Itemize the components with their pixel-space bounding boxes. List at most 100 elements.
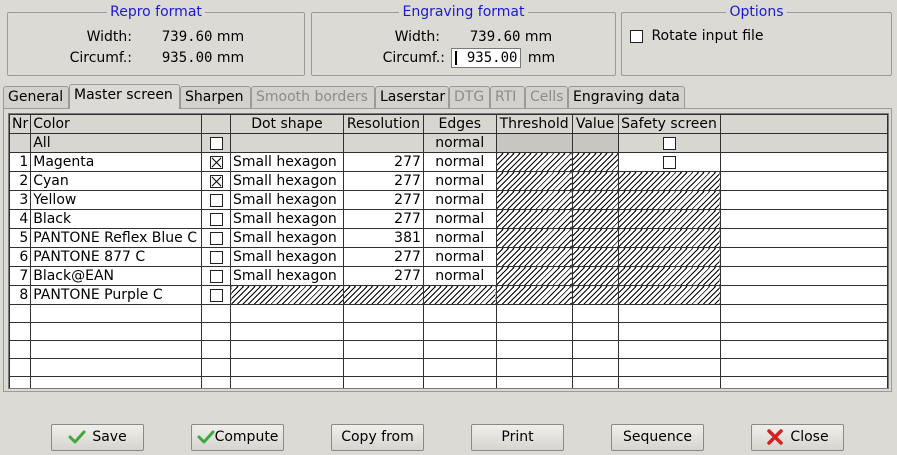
table-row[interactable]: 6 PANTONE 877 C Small hexagon 277 normal [9, 247, 888, 267]
cell-check [201, 209, 232, 229]
cell-dot-shape[interactable]: Small hexagon [230, 247, 344, 267]
cell-color: PANTONE Purple C [30, 285, 203, 305]
cell-value [571, 171, 619, 191]
table-row-all[interactable]: All normal [9, 133, 888, 153]
cell-edges[interactable]: normal [422, 171, 497, 191]
close-button[interactable]: Close [751, 424, 844, 451]
tab-general[interactable]: General [3, 86, 69, 108]
copy-from-button[interactable]: Copy from [331, 424, 424, 451]
cell-dot-shape[interactable]: Small hexagon [230, 190, 344, 210]
sequence-button[interactable]: Sequence [611, 424, 704, 451]
tab-cells[interactable]: Cells [525, 86, 568, 108]
cell-resolution[interactable]: 381 [342, 228, 424, 248]
cell-value [571, 190, 619, 210]
cell-dot-shape[interactable]: Small hexagon [230, 209, 344, 229]
table-row[interactable]: 8 PANTONE Purple C [9, 285, 888, 305]
safety-screen-checkbox[interactable] [662, 136, 676, 150]
cell-filler [719, 209, 888, 229]
print-button[interactable]: Print [471, 424, 564, 451]
tab-master-screen[interactable]: Master screen [69, 84, 180, 109]
cell-resolution[interactable]: 277 [342, 209, 424, 229]
cell-threshold [495, 171, 573, 191]
copy-from-label: Copy from [341, 429, 414, 445]
tab-rti[interactable]: RTI [490, 86, 525, 108]
cell-safety-screen [617, 209, 721, 229]
compute-button[interactable]: Compute [191, 424, 284, 451]
cell-resolution[interactable]: 277 [342, 247, 424, 267]
row-checkbox[interactable] [209, 136, 223, 150]
tab-sharpen[interactable]: Sharpen [180, 86, 251, 108]
row-checkbox[interactable] [209, 174, 223, 188]
engraving-circumf-input[interactable]: 935.00 [451, 48, 522, 68]
safety-screen-checkbox[interactable] [662, 155, 676, 169]
col-header-edges[interactable]: Edges [422, 114, 497, 134]
col-header-safety-screen[interactable]: Safety screen [617, 114, 721, 134]
green-check-icon [197, 429, 215, 445]
save-button[interactable]: Save [51, 424, 144, 451]
cell-value [571, 266, 619, 286]
cell-value [571, 133, 619, 153]
engraving-circumf-unit: mm [527, 50, 556, 66]
col-header-threshold[interactable]: Threshold [495, 114, 573, 134]
rotate-input-label: Rotate input file [651, 28, 764, 44]
table-row[interactable]: 2 Cyan Small hexagon 277 normal [9, 171, 888, 191]
repro-width-value: 739.60 [161, 29, 213, 45]
cell-edges[interactable]: normal [422, 152, 497, 172]
cell-filler [719, 152, 888, 172]
cell-dot-shape[interactable]: Small hexagon [230, 266, 344, 286]
repro-format-title: Repro format [107, 4, 205, 20]
cell-resolution[interactable] [342, 133, 424, 153]
cell-edges[interactable]: normal [422, 228, 497, 248]
table-row[interactable]: 5 PANTONE Reflex Blue C Small hexagon 38… [9, 228, 888, 248]
col-header-dot-shape[interactable]: Dot shape [230, 114, 344, 134]
cell-check [201, 171, 232, 191]
cell-color: Black [30, 209, 203, 229]
col-header-nr[interactable]: Nr [9, 114, 32, 134]
cell-check [201, 152, 232, 172]
row-checkbox[interactable] [209, 231, 223, 245]
cell-dot-shape[interactable]: Small hexagon [230, 152, 344, 172]
cell-edges[interactable]: normal [422, 190, 497, 210]
row-checkbox[interactable] [209, 250, 223, 264]
cell-edges[interactable]: normal [422, 266, 497, 286]
table-row[interactable]: 7 Black@EAN Small hexagon 277 normal [9, 266, 888, 286]
cell-resolution[interactable]: 277 [342, 190, 424, 210]
cell-edges[interactable]: normal [422, 133, 497, 153]
cell-resolution[interactable]: 277 [342, 152, 424, 172]
col-header-check[interactable] [201, 114, 232, 134]
cell-nr: 4 [9, 209, 32, 229]
print-label: Print [501, 429, 534, 445]
row-checkbox[interactable] [209, 193, 223, 207]
row-checkbox[interactable] [209, 155, 223, 169]
cell-threshold [495, 133, 573, 153]
row-checkbox[interactable] [209, 269, 223, 283]
row-checkbox[interactable] [209, 288, 223, 302]
cell-safety-screen [617, 247, 721, 267]
table-row[interactable]: 1 Magenta Small hexagon 277 normal [9, 152, 888, 172]
col-header-resolution[interactable]: Resolution [342, 114, 424, 134]
tab-engraving-data[interactable]: Engraving data [568, 86, 685, 108]
cell-edges[interactable]: normal [422, 209, 497, 229]
table-row[interactable]: 4 Black Small hexagon 277 normal [9, 209, 888, 229]
tab-dtg[interactable]: DTG [449, 86, 490, 108]
cell-resolution[interactable]: 277 [342, 171, 424, 191]
cell-filler [719, 285, 888, 305]
cell-dot-shape[interactable] [230, 133, 344, 153]
cell-dot-shape[interactable]: Small hexagon [230, 171, 344, 191]
table-row[interactable]: 3 Yellow Small hexagon 277 normal [9, 190, 888, 210]
tab-smooth-borders[interactable]: Smooth borders [251, 86, 375, 108]
master-screen-pane: Nr Color Dot shape Resolution Edges Thre… [3, 108, 892, 392]
cell-dot-shape[interactable]: Small hexagon [230, 228, 344, 248]
cell-check [201, 133, 232, 153]
row-checkbox[interactable] [209, 212, 223, 226]
cell-dot-shape [230, 285, 344, 305]
col-header-value[interactable]: Value [571, 114, 619, 134]
col-header-filler [719, 114, 888, 134]
tab-laserstar[interactable]: Laserstar [375, 86, 449, 108]
rotate-input-checkbox[interactable] [630, 29, 643, 43]
cell-edges[interactable]: normal [422, 247, 497, 267]
text-cursor [455, 51, 458, 65]
cell-resolution[interactable]: 277 [342, 266, 424, 286]
cell-safety-screen [617, 285, 721, 305]
col-header-color[interactable]: Color [30, 114, 203, 134]
